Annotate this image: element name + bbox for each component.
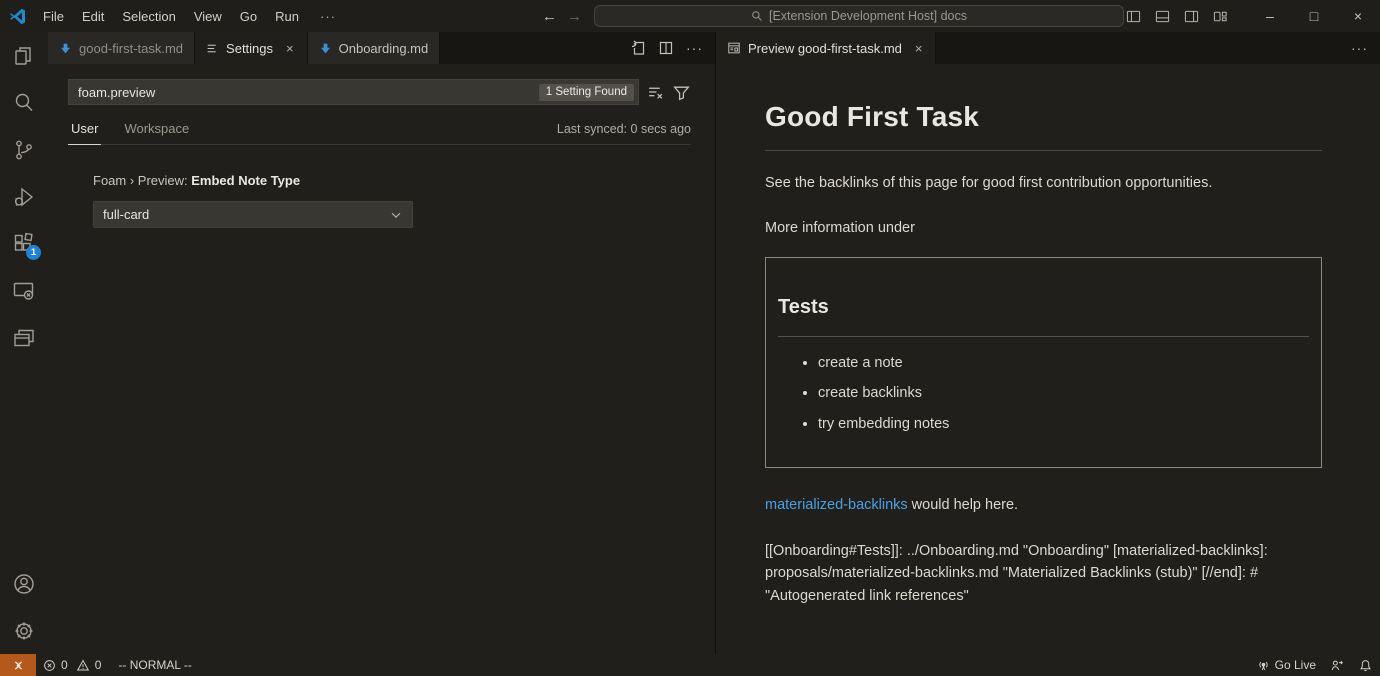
tab-strip-left: good-first-task.md Settings × Onboarding…: [48, 32, 715, 64]
title-bar: File Edit Selection View Go Run ··· ← → …: [0, 0, 1380, 32]
embedded-note-title: Tests: [778, 292, 1309, 337]
windows-stack-icon[interactable]: [0, 314, 48, 361]
menu-go[interactable]: Go: [231, 9, 266, 24]
minimize-button[interactable]: –: [1248, 0, 1292, 32]
editor-group-left: good-first-task.md Settings × Onboarding…: [48, 32, 716, 654]
extensions-badge: 1: [26, 245, 41, 260]
list-item: create backlinks: [818, 383, 1309, 405]
remote-indicator[interactable]: [0, 654, 36, 676]
activity-bar: 1: [0, 32, 48, 654]
toggle-sidebar-icon[interactable]: [1124, 7, 1143, 26]
setting-title: Foam › Preview: Embed Note Type: [93, 173, 691, 188]
preview-paragraph: More information under: [765, 218, 1322, 240]
materialized-backlinks-link[interactable]: materialized-backlinks: [765, 497, 908, 513]
link-references-paragraph: [[Onboarding#Tests]]: ../Onboarding.md "…: [765, 540, 1322, 609]
broadcast-icon: [1257, 659, 1270, 672]
menu-run[interactable]: Run: [266, 9, 308, 24]
menu-file[interactable]: File: [34, 9, 73, 24]
list-item: create a note: [818, 353, 1309, 375]
preview-paragraph: See the backlinks of this page for good …: [765, 173, 1322, 195]
source-control-icon[interactable]: [0, 126, 48, 173]
more-actions-icon[interactable]: ···: [686, 40, 703, 56]
chevron-down-icon: [389, 208, 403, 222]
toggle-secondary-sidebar-icon[interactable]: [1182, 7, 1201, 26]
select-value: full-card: [103, 207, 149, 222]
settings-search-value: foam.preview: [78, 85, 155, 100]
setting-row-embed-note-type: Foam › Preview: Embed Note Type full-car…: [68, 173, 691, 228]
run-debug-icon[interactable]: [0, 173, 48, 220]
explorer-icon[interactable]: [0, 32, 48, 79]
warning-icon: [76, 659, 90, 672]
filter-settings-icon[interactable]: [672, 83, 691, 102]
maximize-button[interactable]: □: [1292, 0, 1336, 32]
menu-selection[interactable]: Selection: [113, 9, 184, 24]
embedded-note-list: create a note create backlinks try embed…: [778, 353, 1309, 436]
vscode-window: File Edit Selection View Go Run ··· ← → …: [0, 0, 1380, 676]
more-actions-icon[interactable]: ···: [1351, 40, 1368, 56]
list-item: try embedding notes: [818, 414, 1309, 436]
settings-editor: foam.preview 1 Setting Found: [48, 64, 715, 654]
command-center-search[interactable]: [Extension Development Host] docs: [594, 5, 1124, 27]
settings-search-input[interactable]: foam.preview 1 Setting Found: [68, 79, 639, 105]
tab-onboarding[interactable]: Onboarding.md: [308, 32, 441, 64]
preview-title: Good First Task: [765, 96, 1322, 151]
command-center-text: [Extension Development Host] docs: [769, 9, 967, 23]
search-icon[interactable]: [0, 79, 48, 126]
markdown-file-icon: [319, 42, 332, 55]
remote-icon: [12, 659, 25, 672]
preview-paragraph: materialized-backlinks would help here.: [765, 495, 1322, 517]
tab-strip-right: Preview good-first-task.md × ···: [716, 32, 1380, 64]
navigate-forward-icon[interactable]: →: [567, 8, 582, 25]
open-settings-json-icon[interactable]: [630, 40, 646, 56]
feedback-icon[interactable]: [1323, 654, 1352, 676]
menu-more-icon[interactable]: ···: [308, 9, 348, 24]
extensions-icon[interactable]: 1: [0, 220, 48, 267]
menu-view[interactable]: View: [185, 9, 231, 24]
close-tab-icon[interactable]: ×: [913, 41, 925, 56]
vim-mode-indicator: -- NORMAL --: [108, 654, 199, 676]
navigate-back-icon[interactable]: ←: [542, 8, 557, 25]
scope-tab-user[interactable]: User: [68, 121, 101, 145]
markdown-file-icon: [59, 42, 72, 55]
problems-indicator[interactable]: 0 0: [36, 654, 108, 676]
split-editor-icon[interactable]: [658, 40, 674, 56]
settings-gear-icon[interactable]: [0, 607, 48, 654]
clear-settings-search-icon[interactable]: [646, 83, 665, 102]
vscode-logo-icon: [0, 8, 34, 25]
settings-scope-tabs: User Workspace Last synced: 0 secs ago: [68, 113, 691, 145]
embed-note-type-select[interactable]: full-card: [93, 201, 413, 228]
customize-layout-icon[interactable]: [1211, 7, 1230, 26]
markdown-preview-icon: [727, 41, 741, 55]
status-bar: 0 0 -- NORMAL -- Go Live: [0, 654, 1380, 676]
window-close-button[interactable]: ×: [1336, 0, 1380, 32]
error-icon: [43, 659, 56, 672]
tab-preview-good-first-task[interactable]: Preview good-first-task.md ×: [716, 32, 936, 64]
embedded-note-card: Tests create a note create backlinks try…: [765, 257, 1322, 468]
notifications-bell-icon[interactable]: [1352, 654, 1380, 676]
toggle-panel-icon[interactable]: [1153, 7, 1172, 26]
close-tab-icon[interactable]: ×: [284, 41, 296, 56]
tab-settings[interactable]: Settings ×: [195, 32, 308, 64]
editor-group-right: Preview good-first-task.md × ··· Good Fi…: [716, 32, 1380, 654]
go-live-button[interactable]: Go Live: [1250, 654, 1323, 676]
last-synced-label: Last synced: 0 secs ago: [557, 122, 691, 144]
settings-editor-icon: [206, 42, 219, 55]
tab-good-first-task[interactable]: good-first-task.md: [48, 32, 195, 64]
markdown-preview: Good First Task See the backlinks of thi…: [716, 64, 1380, 654]
settings-count-badge: 1 Setting Found: [539, 84, 634, 101]
menu-edit[interactable]: Edit: [73, 9, 113, 24]
accounts-icon[interactable]: [0, 560, 48, 607]
scope-tab-workspace[interactable]: Workspace: [121, 121, 192, 144]
search-icon: [751, 10, 763, 22]
remote-explorer-icon[interactable]: [0, 267, 48, 314]
